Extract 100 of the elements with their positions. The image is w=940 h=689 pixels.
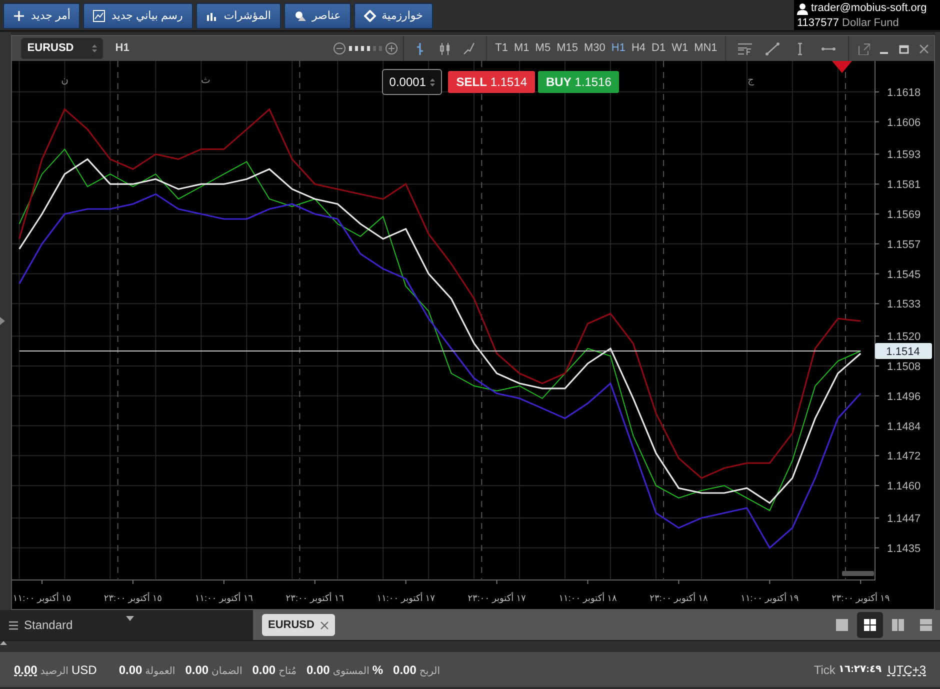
timeframe-tab[interactable]: MN1 — [691, 40, 720, 57]
account-email: trader@mobius-soft.org — [811, 1, 927, 16]
layout-single-icon — [835, 618, 849, 632]
timeframe-tab[interactable]: M15 — [554, 40, 581, 57]
axis-label: ١٨ أكتوبر ١١:٠٠ — [558, 593, 618, 603]
timeframe-tab[interactable]: W1 — [668, 40, 692, 57]
layout-rows-icon — [919, 618, 933, 632]
axis-label: ١٦ أكتوبر ١١:٠٠ — [195, 593, 254, 603]
day-label: ث — [201, 75, 211, 86]
status-label: المستوى — [332, 664, 370, 678]
layout-grid-icon — [863, 618, 877, 632]
trend-line-icon[interactable] — [765, 42, 782, 56]
symbol-selector[interactable]: EURUSD — [21, 38, 104, 59]
status-value: 0.00 — [185, 662, 209, 678]
status-unit: USD — [71, 662, 97, 678]
timezone-selector[interactable]: UTC+3 — [888, 660, 926, 678]
popout-icon[interactable] — [858, 42, 870, 54]
axis-label: ١٩ أكتوبر ٢٣:٠٠ — [832, 593, 890, 603]
spinner-icon[interactable] — [430, 78, 436, 86]
status-label: العمولة — [145, 664, 176, 678]
timeframe-tab[interactable]: D1 — [648, 40, 669, 57]
status-label: الضمان — [212, 664, 242, 678]
line-chart-icon[interactable] — [463, 42, 476, 56]
sell-button[interactable]: SELL 1.1514 — [448, 71, 536, 93]
candlestick-icon[interactable] — [439, 42, 452, 56]
status-unit: % — [372, 662, 384, 678]
zoom-slider[interactable] — [349, 46, 382, 51]
account-number: 1137577 — [797, 16, 840, 31]
scrollbar[interactable] — [842, 571, 874, 576]
collapse-arrow-icon[interactable] — [0, 641, 7, 645]
status-value: 0.00 — [118, 662, 142, 678]
close-icon[interactable] — [918, 42, 930, 54]
day-label: ج — [748, 75, 754, 86]
chart-tab[interactable]: EURUSD — [262, 614, 336, 636]
dropdown-caret-icon — [126, 616, 134, 621]
axis-label: ١٥ أكتوبر ٢٣:٠٠ — [104, 593, 162, 603]
timeframe-tab[interactable]: M1 — [511, 40, 532, 57]
axis-label: 1.1606 — [887, 116, 921, 129]
axis-label: 1.1508 — [887, 360, 921, 373]
timeframe-tab[interactable]: H4 — [628, 40, 648, 57]
account-name: Dollar Fund — [842, 16, 899, 31]
axis-label: 1.1472 — [887, 450, 921, 463]
axis-label: 1.1435 — [887, 542, 921, 555]
timeframe-tab[interactable]: M5 — [532, 40, 554, 57]
axis-label: 1.1557 — [887, 238, 921, 251]
maximize-icon[interactable] — [898, 42, 910, 54]
status-value: 0.00 — [14, 662, 38, 678]
axis-label: 1.1520 — [887, 331, 921, 344]
toolbar-button[interactable]: أمر جديد — [3, 3, 80, 29]
status-value: 0.00 — [306, 662, 330, 678]
axis-label: ١٧ أكتوبر ١١:٠٠ — [377, 593, 436, 603]
zoom-out-icon[interactable] — [333, 42, 346, 55]
status-label: الرصيد — [40, 664, 68, 678]
status-value: 0.00 — [393, 662, 416, 678]
axis-label: ١٧ أكتوبر ٢٣:٠٠ — [468, 593, 526, 603]
toolbar-button[interactable]: رسم بياني جديد — [83, 3, 193, 29]
timeframe-label: H1 — [115, 41, 130, 56]
toolbar-button[interactable]: عناصر — [284, 3, 351, 29]
spinner-icon — [92, 44, 98, 53]
price-tag — [875, 343, 932, 360]
plus-icon — [13, 10, 25, 22]
axis-label: 1.1447 — [887, 512, 921, 525]
diamond-icon — [364, 10, 376, 22]
status-label: مُتاح — [278, 664, 296, 678]
axis-label: ١٥ أكتوبر ١١:٠٠ — [13, 593, 72, 603]
timeframe-tab[interactable]: T1 — [492, 40, 511, 57]
zoom-in-icon[interactable] — [385, 42, 398, 55]
axis-label: 1.1581 — [887, 179, 921, 192]
status-value: 0.00 — [252, 662, 276, 678]
timeframe-tab[interactable]: M30 — [580, 40, 608, 57]
toolbar-button[interactable]: خوارزمية — [354, 3, 433, 29]
axis-label: ١٩ أكتوبر ١١:٠٠ — [740, 593, 800, 603]
axis-label: 1.1545 — [887, 268, 921, 281]
layout-columns-icon — [891, 618, 905, 632]
tick-label: Tick — [814, 662, 836, 678]
day-label: ن — [61, 75, 69, 86]
layout-button[interactable] — [857, 612, 883, 638]
timeframe-tab[interactable]: H1 — [608, 40, 628, 57]
status-label: الربح — [419, 664, 440, 678]
axis-label: 1.1496 — [887, 390, 921, 403]
axis-label: 1.1533 — [887, 298, 921, 311]
lot-field[interactable]: 0.0001 — [382, 69, 442, 95]
axis-label: ١٦ أكتوبر ٢٣:٠٠ — [286, 593, 344, 603]
axis-label: 1.1593 — [887, 149, 921, 162]
expand-arrow-icon[interactable] — [0, 317, 5, 325]
axis-label: ١٨ أكتوبر ٢٣:٠٠ — [650, 593, 708, 603]
axis-label: 1.1569 — [887, 208, 921, 221]
user-icon — [797, 2, 808, 14]
shapes-icon — [294, 10, 306, 22]
axis-label: 1.1460 — [887, 480, 921, 493]
menu-icon[interactable] — [9, 620, 18, 630]
tick-time: ١٦:٢٧:٤٩ — [838, 663, 882, 677]
close-icon[interactable] — [320, 620, 330, 630]
bar-chart-icon — [206, 10, 218, 22]
price-label: 1.1514 — [886, 346, 920, 358]
indicator-icon[interactable] — [737, 42, 754, 56]
buy-button[interactable]: BUY 1.1516 — [538, 71, 620, 93]
toolbar-button[interactable]: المؤشرات — [196, 3, 281, 29]
axis-label: 1.1618 — [887, 86, 921, 99]
chart-icon — [93, 10, 106, 22]
